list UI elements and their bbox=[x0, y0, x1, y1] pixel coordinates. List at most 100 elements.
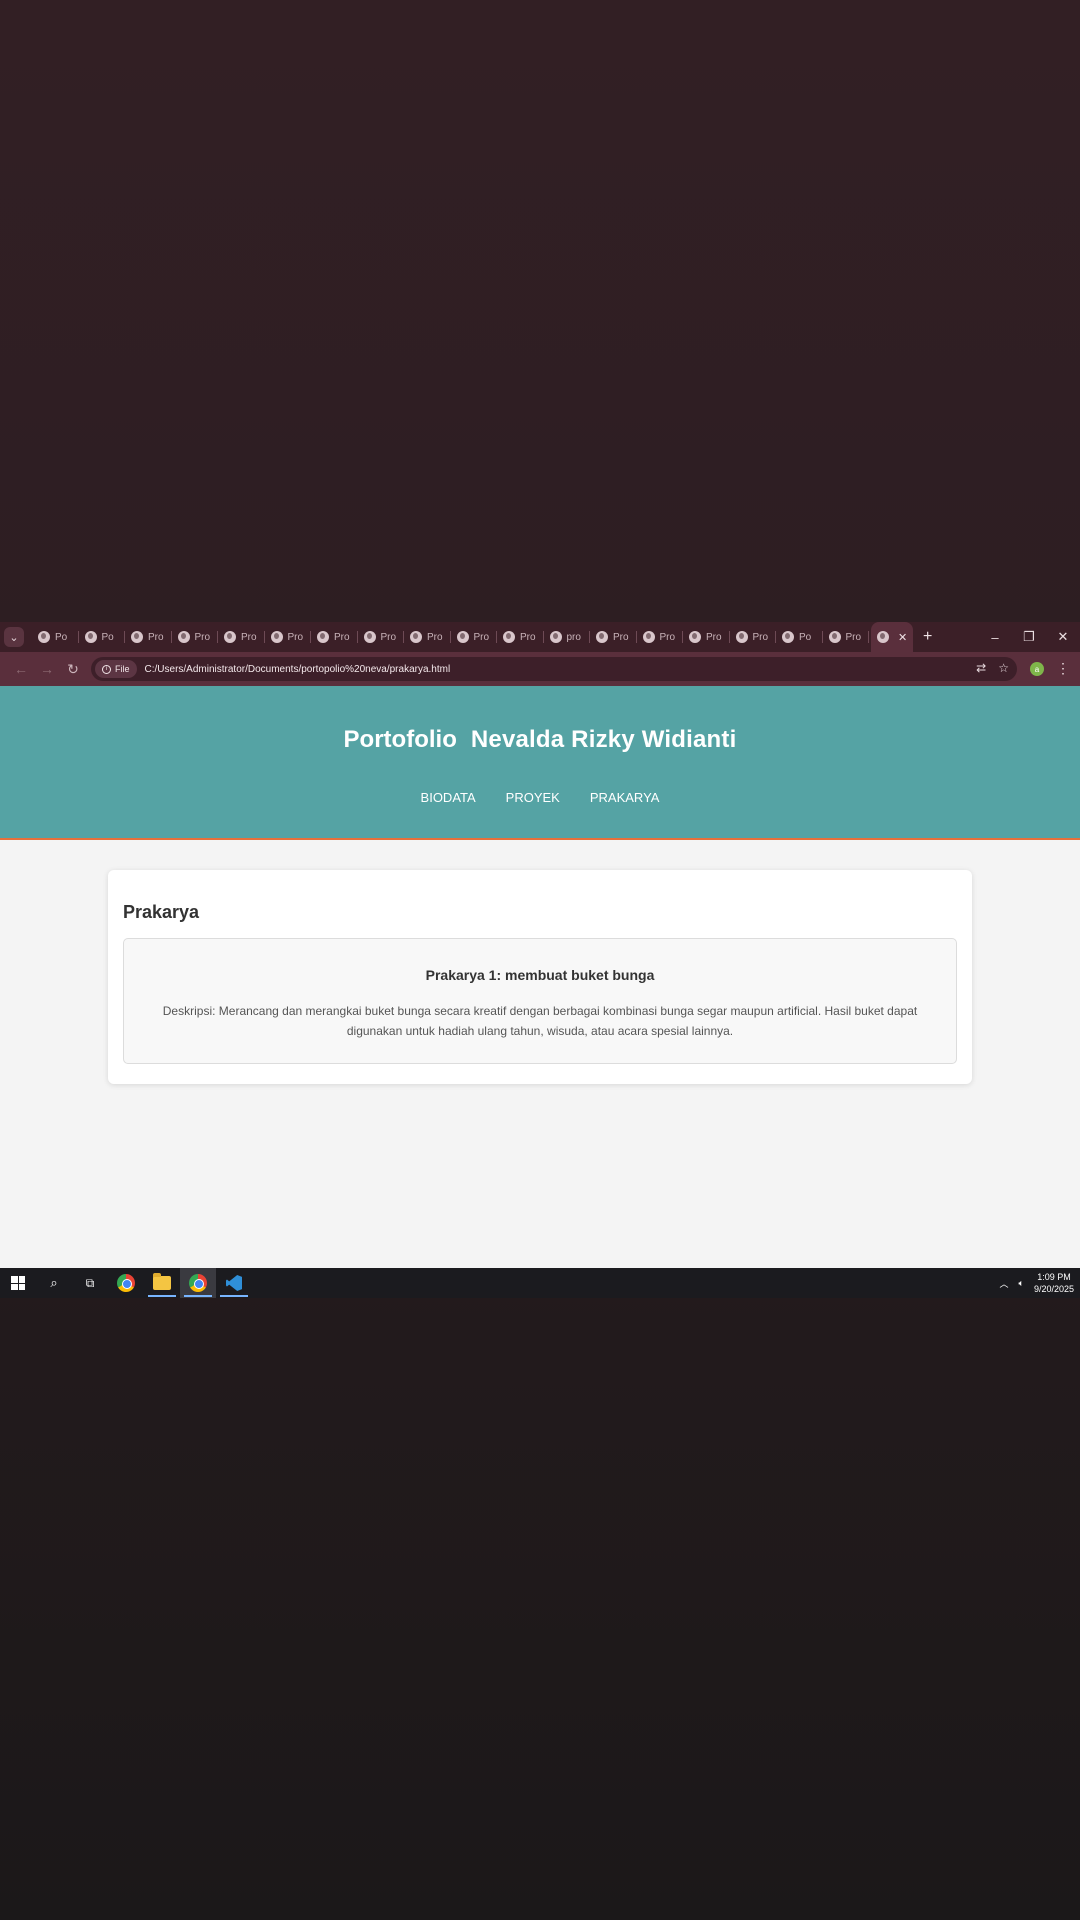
browser-tab[interactable]: Po bbox=[776, 622, 823, 652]
brand-owner-name: Nevalda Rizky Widianti bbox=[470, 726, 737, 753]
tab-title: Pro bbox=[334, 631, 350, 643]
browser-tab[interactable]: pro bbox=[544, 622, 591, 652]
tab-title: Pro bbox=[473, 631, 490, 643]
browser-tab[interactable]: Pro bbox=[637, 622, 684, 652]
browser-tab[interactable]: Pro bbox=[497, 622, 544, 652]
prakarya-card: Prakarya Prakarya 1: membuat buket bunga… bbox=[108, 870, 972, 1084]
profile-avatar[interactable]: a bbox=[1030, 662, 1044, 676]
globe-icon bbox=[642, 631, 655, 643]
browser-tab[interactable]: Pro bbox=[265, 622, 312, 652]
chrome-logo-icon bbox=[117, 1274, 135, 1292]
tab-title: Po bbox=[55, 631, 68, 643]
address-bar-actions: ⇄ ☆ bbox=[976, 661, 1009, 675]
browser-tab[interactable]: Pro bbox=[311, 622, 358, 652]
tab-title: Pro bbox=[380, 631, 397, 643]
tab-title: Pro bbox=[241, 631, 257, 643]
browser-tab[interactable]: Pro bbox=[404, 622, 451, 652]
item-description: Deskripsi: Merancang dan merangkai buket… bbox=[162, 1004, 918, 1038]
globe-icon bbox=[456, 631, 469, 643]
chrome-active-taskbar-icon[interactable] bbox=[180, 1268, 216, 1298]
globe-icon bbox=[38, 631, 50, 643]
globe-icon bbox=[549, 631, 562, 643]
system-clock[interactable]: 1:09 PM 9/20/2025 bbox=[1034, 1271, 1074, 1295]
volume-icon[interactable]: 🔈︎ bbox=[1019, 1278, 1024, 1289]
forward-button[interactable]: → bbox=[34, 661, 60, 677]
globe-icon bbox=[689, 631, 701, 643]
new-tab-button[interactable]: + bbox=[923, 628, 932, 646]
brand-portofolio: Portofolio bbox=[343, 726, 457, 753]
tray-chevron-up-icon[interactable]: ︿ bbox=[1000, 1277, 1009, 1290]
windows-logo-icon bbox=[11, 1276, 25, 1290]
globe-icon bbox=[270, 631, 283, 643]
search-icon: ⌕ bbox=[50, 1275, 58, 1290]
tab-title: Pro bbox=[287, 631, 304, 643]
windows-taskbar: ⌕ ⧉ ︿ 🔈︎ 1:09 PM 9/20/2025 bbox=[0, 1268, 1080, 1298]
globe-icon bbox=[596, 631, 608, 643]
browser-tab[interactable]: Pro bbox=[590, 622, 637, 652]
globe-icon bbox=[177, 631, 190, 643]
tab-title: Pro bbox=[845, 631, 862, 643]
globe-icon bbox=[317, 631, 329, 643]
search-button[interactable]: ⌕ bbox=[36, 1268, 72, 1298]
tab-title: Pro bbox=[706, 631, 722, 643]
browser-tab[interactable]: Pro bbox=[125, 622, 172, 652]
section-title: Prakarya bbox=[123, 902, 200, 922]
tab-list: Po Po Pro Pro Pro Pro Pro Pro Pro Pro Pro pro Pro Pro… bbox=[32, 622, 869, 652]
info-icon: i bbox=[102, 664, 111, 674]
tab-title: pro bbox=[566, 631, 581, 643]
tab-title: Pro bbox=[659, 631, 676, 643]
globe-icon bbox=[131, 631, 143, 643]
globe-icon bbox=[224, 631, 236, 643]
clock-time: 1:09 PM bbox=[1037, 1272, 1071, 1282]
start-button[interactable] bbox=[0, 1268, 36, 1298]
minimize-button[interactable]: – bbox=[978, 622, 1012, 652]
nav-proyek-link[interactable]: PROYEK bbox=[506, 790, 560, 805]
file-chip-label: File bbox=[115, 664, 130, 674]
close-tab-icon[interactable]: ✕ bbox=[898, 631, 907, 644]
close-window-button[interactable]: ✕ bbox=[1046, 622, 1080, 652]
reload-button[interactable]: ↻ bbox=[60, 661, 86, 678]
site-nav: BIODATA PROYEK PRAKARYA bbox=[0, 790, 1080, 805]
browser-tab[interactable]: Pro bbox=[683, 622, 730, 652]
site-info-chip[interactable]: i File bbox=[95, 660, 137, 678]
browser-tab-strip: ⌄ Po Po Pro Pro Pro Pro Pro Pro Pro Pro Pro pro Pro P… bbox=[0, 622, 1080, 652]
browser-tab[interactable]: Pro bbox=[823, 622, 870, 652]
globe-icon bbox=[363, 631, 376, 643]
site-brand: Portofolio Nevalda Rizky Widianti bbox=[0, 726, 1080, 754]
task-view-button[interactable]: ⧉ bbox=[72, 1268, 108, 1298]
browser-tab[interactable]: Po bbox=[79, 622, 126, 652]
restore-button[interactable]: ❐ bbox=[1012, 622, 1046, 652]
browser-tab[interactable]: Pro bbox=[451, 622, 498, 652]
browser-tab[interactable]: Po bbox=[32, 622, 79, 652]
nav-biodata-link[interactable]: BIODATA bbox=[421, 790, 476, 805]
address-bar[interactable]: i File C:/Users/Administrator/Documents/… bbox=[91, 657, 1017, 681]
task-view-icon: ⧉ bbox=[85, 1275, 95, 1290]
tab-title: Pro bbox=[520, 631, 536, 643]
browser-tab[interactable]: Pro bbox=[218, 622, 265, 652]
globe-icon bbox=[828, 631, 841, 643]
tab-search-button[interactable]: ⌄ bbox=[4, 627, 24, 647]
browser-menu-icon[interactable]: ⋮ bbox=[1056, 660, 1070, 677]
url-text[interactable]: C:/Users/Administrator/Documents/portopo… bbox=[145, 664, 451, 675]
browser-tab[interactable]: Pro bbox=[172, 622, 219, 652]
desktop-screen: ⌄ Po Po Pro Pro Pro Pro Pro Pro Pro Pro Pro pro Pro P… bbox=[0, 622, 1080, 1298]
translate-icon[interactable]: ⇄ bbox=[976, 661, 986, 675]
browser-tab[interactable]: Pro bbox=[358, 622, 405, 652]
browser-toolbar: ← → ↻ i File C:/Users/Administrator/Docu… bbox=[0, 652, 1080, 686]
bookmark-star-icon[interactable]: ☆ bbox=[998, 661, 1009, 675]
back-button[interactable]: ← bbox=[8, 661, 34, 677]
window-controls: – ❐ ✕ bbox=[978, 622, 1080, 652]
globe-icon bbox=[782, 631, 794, 643]
globe-icon bbox=[84, 631, 97, 643]
file-explorer-taskbar-icon[interactable] bbox=[144, 1268, 180, 1298]
active-tab[interactable]: ✕ bbox=[871, 622, 913, 652]
browser-tab[interactable]: Pro bbox=[730, 622, 777, 652]
nav-prakarya-link[interactable]: PRAKARYA bbox=[590, 790, 660, 805]
folder-icon bbox=[153, 1273, 171, 1290]
vscode-taskbar-icon[interactable] bbox=[216, 1268, 252, 1298]
globe-icon bbox=[410, 631, 422, 643]
clock-date: 9/20/2025 bbox=[1033, 1284, 1074, 1294]
prakarya-item: Prakarya 1: membuat buket bunga Deskrips… bbox=[123, 938, 957, 1064]
system-tray: ︿ 🔈︎ 1:09 PM 9/20/2025 bbox=[1000, 1268, 1074, 1298]
chrome-taskbar-icon[interactable] bbox=[108, 1268, 144, 1298]
